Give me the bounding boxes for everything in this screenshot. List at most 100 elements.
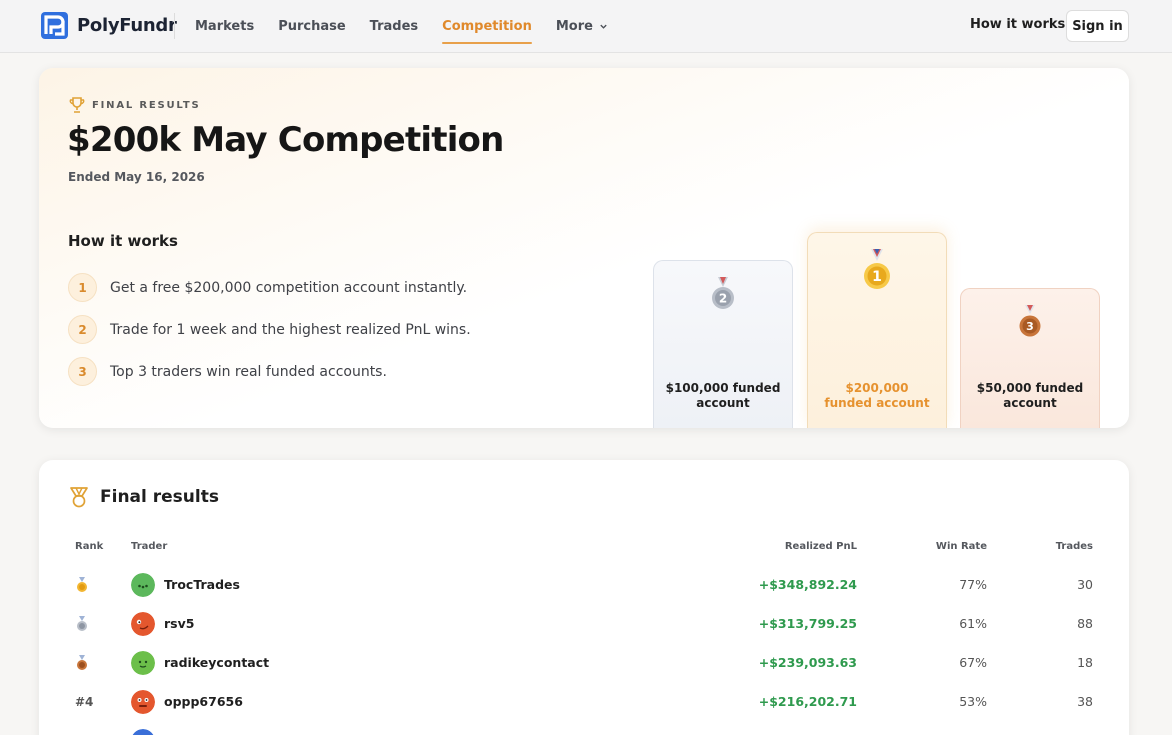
avatar (131, 611, 155, 636)
prize-third-place: 3 $50,000 funded account (960, 288, 1100, 428)
step-number: 2 (68, 315, 97, 344)
avatar (131, 650, 155, 675)
svg-text:2: 2 (719, 292, 727, 306)
rank-cell: #4 (75, 682, 93, 721)
nav-competition[interactable]: Competition (442, 0, 532, 53)
eyebrow-text: FINAL RESULTS (92, 99, 201, 111)
competition-hero-card: FINAL RESULTS $200k May Competition Ende… (39, 68, 1129, 428)
pnl-value: +$348,892.24 (758, 577, 857, 592)
chevron-down-icon (600, 24, 607, 29)
table-row[interactable]: radikeycontact +$239,093.63 67% 18 (39, 643, 1129, 682)
trader-cell: radikeycontact (131, 643, 269, 682)
pnl-value: +$216,202.71 (758, 694, 857, 709)
nav-purchase-label: Purchase (278, 19, 346, 34)
prize-label: $50,000 funded account (961, 381, 1099, 411)
col-rank[interactable]: Rank (75, 541, 103, 552)
step-item: 3 Top 3 traders win real funded accounts… (68, 357, 387, 386)
trades-cell: 38 (1033, 682, 1093, 721)
trader-cell (131, 721, 155, 735)
pnl-cell: +$348,892.24 (757, 565, 857, 604)
gold-medal-icon (77, 576, 87, 592)
win-rate-value: 61% (959, 616, 987, 631)
col-win-rate[interactable]: Win Rate (917, 541, 987, 552)
final-results-card: Final results Rank Trader Realized PnL W… (39, 460, 1129, 735)
brand-logo[interactable]: PolyFundr (41, 12, 177, 39)
trophy-icon (69, 97, 85, 113)
how-it-works-link[interactable]: How it works (970, 17, 1065, 32)
table-row[interactable]: TrocTrades +$348,892.24 77% 30 (39, 565, 1129, 604)
win-rate-value: 77% (959, 577, 987, 592)
trades-value: 38 (1077, 694, 1093, 709)
brand-name: PolyFundr (77, 15, 177, 36)
nav-markets[interactable]: Markets (195, 0, 254, 53)
step-text: Get a free $200,000 competition account … (110, 279, 468, 296)
col-trader[interactable]: Trader (131, 541, 167, 552)
page-title: $200k May Competition (67, 120, 504, 160)
nav-competition-label: Competition (442, 19, 532, 34)
medal-ribbon-icon (70, 487, 88, 508)
trades-cell: 18 (1033, 643, 1093, 682)
bronze-medal-icon: 3 (1019, 305, 1041, 337)
pnl-value: +$239,093.63 (758, 655, 857, 670)
prize-label: $100,000 funded account (654, 381, 792, 411)
silver-medal-icon: 2 (712, 277, 734, 309)
win-rate-cell: 77% (917, 565, 987, 604)
step-number: 1 (68, 273, 97, 302)
table-row[interactable]: rsv5 +$313,799.25 61% 88 (39, 604, 1129, 643)
step-number: 3 (68, 357, 97, 386)
trader-cell: oppp67656 (131, 682, 243, 721)
avatar (131, 689, 155, 714)
win-rate-value: 53% (959, 694, 987, 709)
sign-in-button[interactable]: Sign in (1066, 10, 1129, 42)
nav-more[interactable]: More (556, 0, 608, 53)
rank-text: #4 (75, 694, 94, 709)
trader-cell: TrocTrades (131, 565, 240, 604)
polyfundr-logo-icon (41, 12, 68, 39)
nav-trades-label: Trades (369, 19, 419, 34)
win-rate-cell: 61% (917, 604, 987, 643)
nav-more-label: More (555, 19, 593, 34)
trades-cell: 88 (1033, 604, 1093, 643)
rank-cell (76, 565, 88, 604)
nav-divider (174, 13, 175, 39)
trades-value: 18 (1077, 655, 1093, 670)
silver-medal-icon (77, 615, 87, 631)
prize-label-line1: $50,000 funded (976, 381, 1084, 395)
table-row[interactable] (39, 721, 1129, 735)
col-trades[interactable]: Trades (1033, 541, 1093, 552)
trader-name[interactable]: oppp67656 (164, 694, 243, 709)
trader-name[interactable]: TrocTrades (164, 577, 240, 592)
win-rate-cell: 67% (917, 643, 987, 682)
step-item: 2 Trade for 1 week and the highest reali… (68, 315, 471, 344)
svg-text:1: 1 (872, 269, 882, 285)
prize-label: $200,000 funded account (808, 381, 946, 411)
nav-trades[interactable]: Trades (370, 0, 418, 53)
trader-cell: rsv5 (131, 604, 194, 643)
win-rate-value: 67% (959, 655, 987, 670)
bronze-medal-icon (77, 654, 87, 670)
ended-date: Ended May 16, 2026 (68, 170, 205, 184)
top-nav: PolyFundr Markets Purchase Trades Compet… (0, 0, 1172, 53)
rank-cell (76, 643, 88, 682)
nav-purchase[interactable]: Purchase (278, 0, 345, 53)
gold-medal-icon: 1 (864, 249, 890, 289)
win-rate-cell: 53% (917, 682, 987, 721)
avatar (131, 572, 155, 597)
nav-links: Markets Purchase Trades Competition More (195, 0, 632, 53)
prize-label-line1: $200,000 (845, 381, 909, 395)
col-realized-pnl[interactable]: Realized PnL (757, 541, 857, 552)
prize-second-place: 2 $100,000 funded account (653, 260, 793, 428)
pnl-cell: +$239,093.63 (757, 643, 857, 682)
trader-name[interactable]: radikeycontact (164, 655, 269, 670)
step-text: Trade for 1 week and the highest realize… (110, 321, 471, 338)
trades-value: 30 (1077, 577, 1093, 592)
pnl-cell: +$216,202.71 (757, 682, 857, 721)
trader-name[interactable]: rsv5 (164, 616, 194, 631)
nav-markets-label: Markets (195, 19, 255, 34)
final-results-eyebrow: FINAL RESULTS (68, 96, 201, 114)
prize-label-line2: account (1003, 396, 1057, 410)
step-text: Top 3 traders win real funded accounts. (110, 363, 387, 380)
prize-first-place: 1 $200,000 funded account (807, 232, 947, 428)
table-row[interactable]: #4 oppp67656 +$216,202.71 53% 38 (39, 682, 1129, 721)
prize-label-line1: $100,000 funded (665, 381, 781, 395)
